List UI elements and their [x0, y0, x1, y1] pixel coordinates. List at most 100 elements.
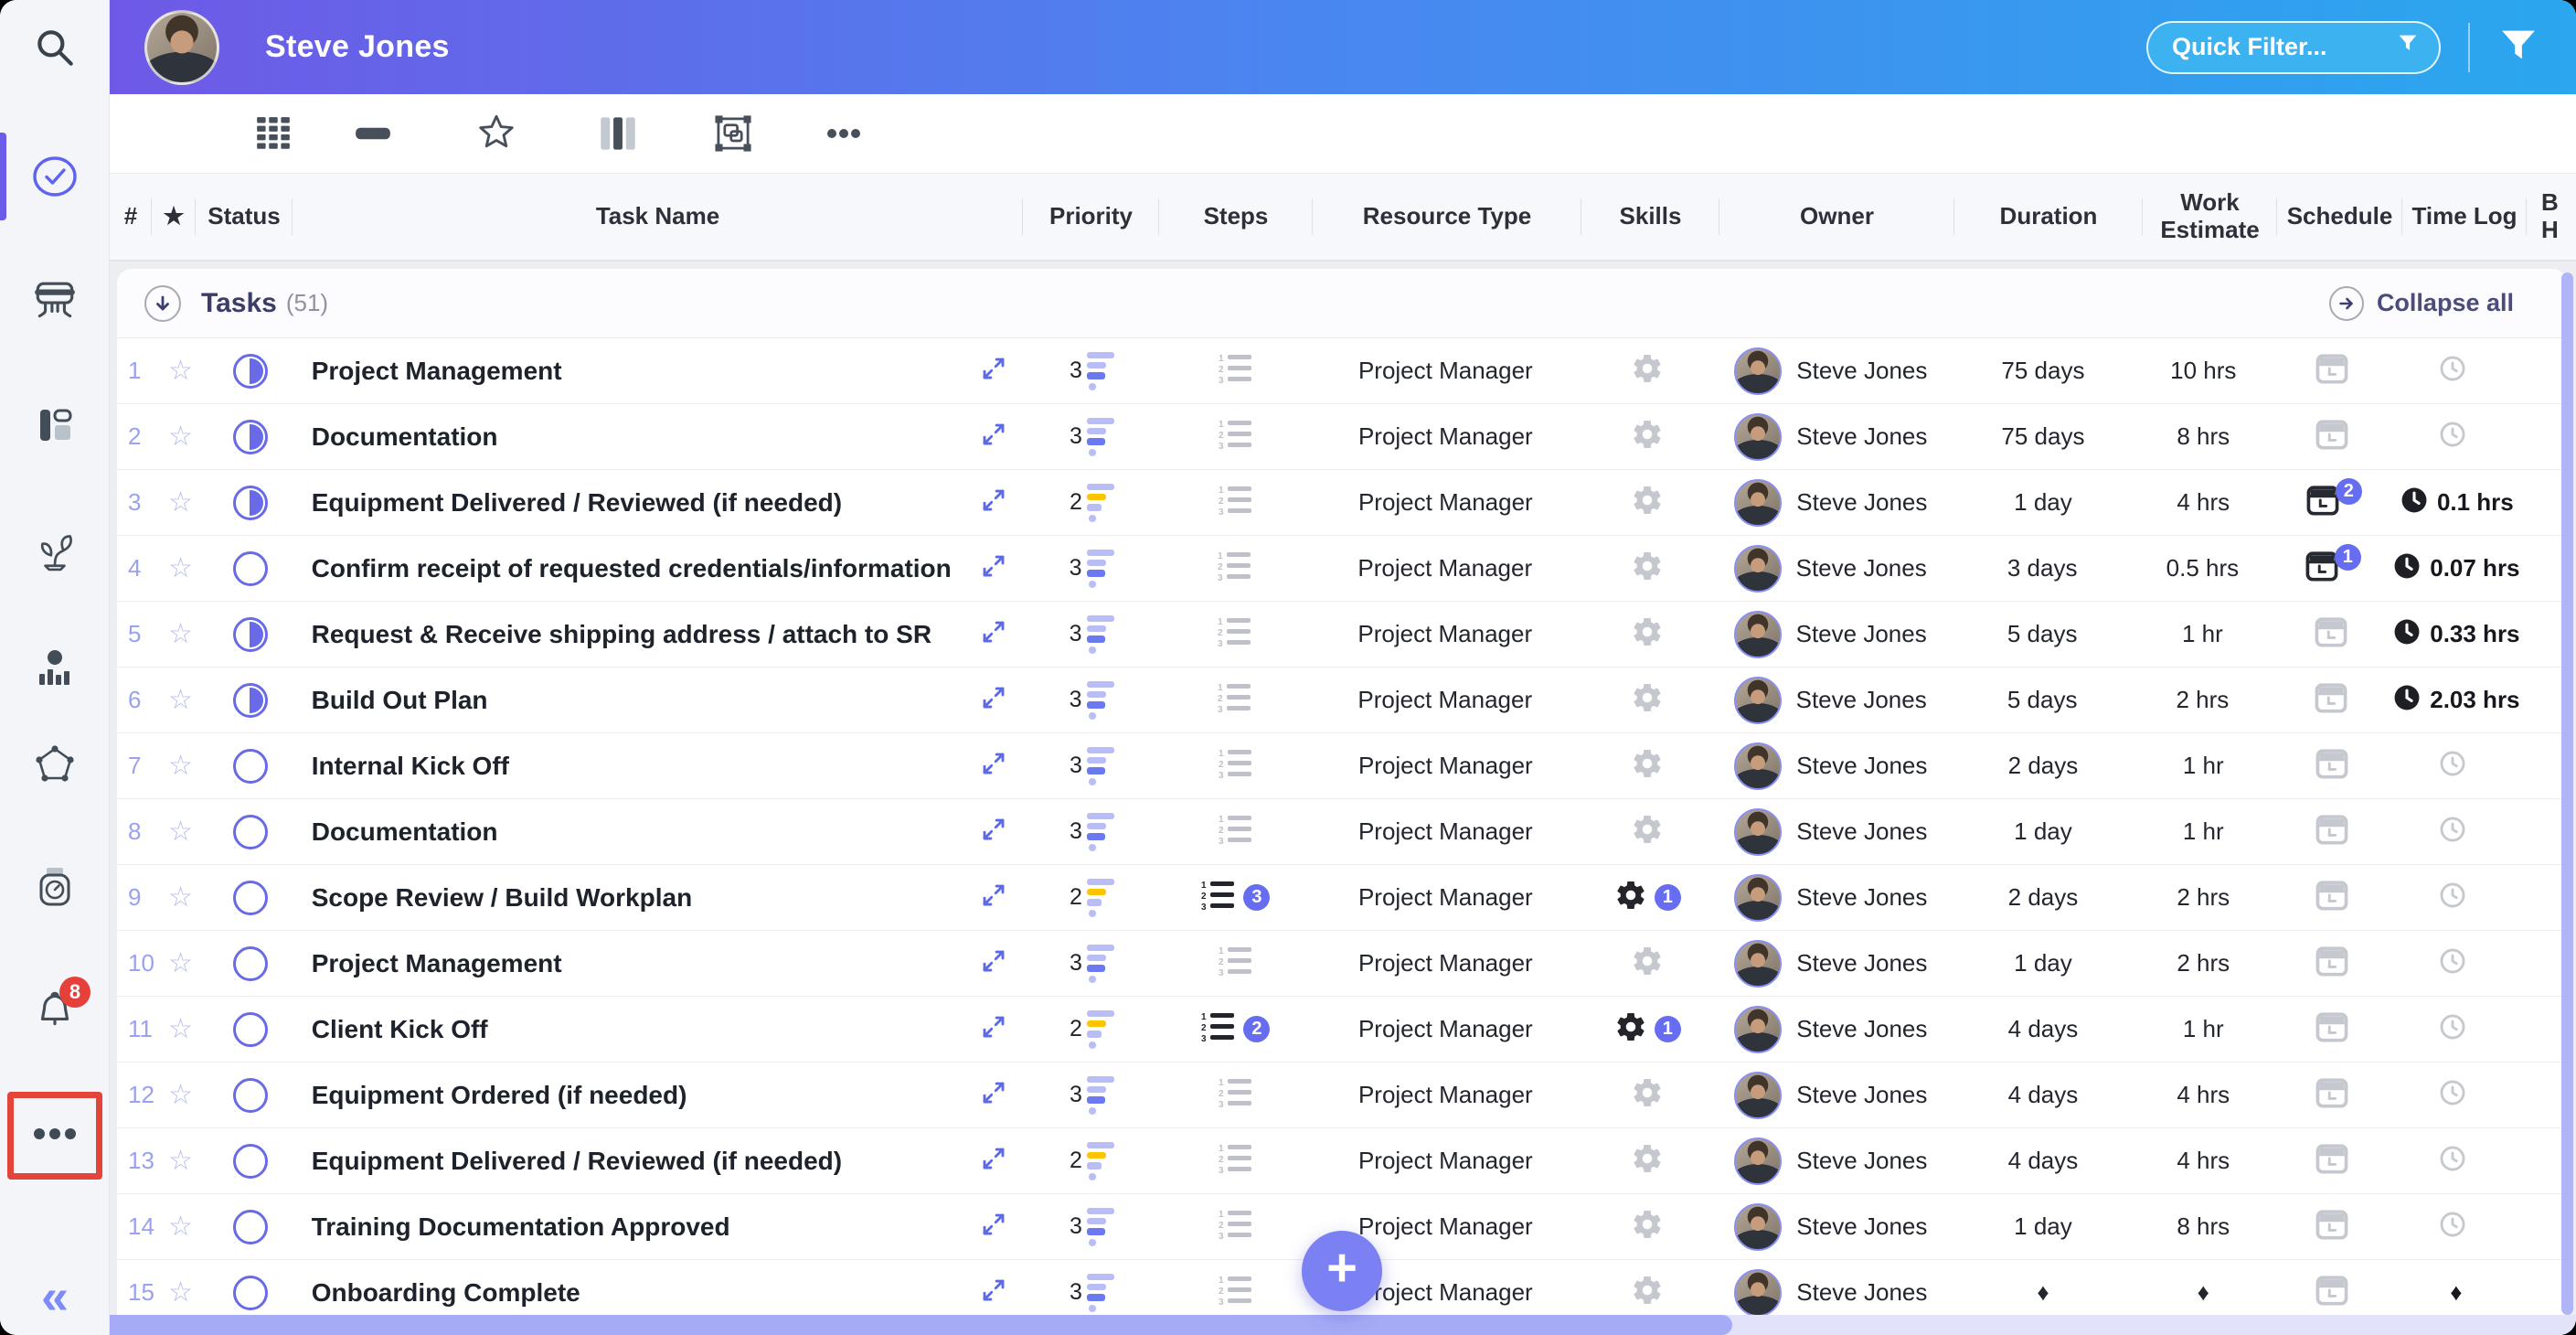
- task-name[interactable]: Onboarding Complete: [312, 1278, 580, 1308]
- row-star-icon[interactable]: ☆: [159, 931, 203, 996]
- sidebar-item-timer[interactable]: [31, 863, 79, 911]
- skills-gear-icon[interactable]: [1631, 1076, 1664, 1114]
- expand-icon[interactable]: [980, 1079, 1007, 1111]
- schedule-calendar-icon[interactable]: [2311, 678, 2351, 722]
- row-star-icon[interactable]: ☆: [159, 799, 203, 864]
- skills-gear-icon[interactable]: [1631, 945, 1664, 982]
- expand-group-button[interactable]: [144, 285, 181, 322]
- owner-name[interactable]: Steve Jones: [1796, 686, 1927, 714]
- resource-type[interactable]: Project Manager: [1312, 1128, 1579, 1193]
- steps-icon[interactable]: 1 2 3: [1201, 879, 1236, 916]
- skills-gear-icon[interactable]: [1631, 418, 1664, 455]
- priority-indicator[interactable]: 3: [1070, 550, 1114, 588]
- time-log-clock-icon[interactable]: [2391, 550, 2422, 586]
- work-estimate-value[interactable]: 0.5 hrs: [2135, 536, 2269, 601]
- horizontal-scrollbar[interactable]: [110, 1315, 2576, 1335]
- priority-indicator[interactable]: 3: [1070, 945, 1114, 983]
- expand-icon[interactable]: [980, 355, 1007, 387]
- table-row[interactable]: 9 ☆ Scope Review / Build Workplan 2: [117, 865, 2567, 931]
- col-header-star[interactable]: ★: [152, 174, 196, 260]
- status-circle[interactable]: [233, 354, 268, 389]
- schedule-calendar-icon[interactable]: [2312, 1270, 2352, 1315]
- work-estimate-value[interactable]: 10 hrs: [2136, 338, 2270, 403]
- resource-type[interactable]: Project Manager: [1312, 338, 1579, 403]
- vertical-scrollbar[interactable]: [2561, 272, 2573, 1315]
- row-star-icon[interactable]: ☆: [159, 668, 203, 732]
- resource-type[interactable]: Project Manager: [1312, 470, 1579, 535]
- time-log-clock-icon[interactable]: [2437, 814, 2468, 849]
- expand-icon[interactable]: [980, 421, 1007, 453]
- owner-name[interactable]: Steve Jones: [1796, 1081, 1927, 1109]
- collapse-all-button[interactable]: Collapse all: [2329, 286, 2514, 321]
- schedule-calendar-icon[interactable]: [2312, 1138, 2352, 1183]
- duration-value[interactable]: 5 days: [1949, 602, 2136, 667]
- table-row[interactable]: 13 ☆ Equipment Delivered / Reviewed (if …: [117, 1128, 2567, 1194]
- schedule-calendar-icon[interactable]: [2312, 875, 2352, 920]
- row-star-icon[interactable]: ☆: [159, 470, 203, 535]
- duration-value[interactable]: 2 days: [1950, 733, 2137, 798]
- col-header-duration[interactable]: Duration: [1954, 174, 2143, 260]
- resource-type[interactable]: Project Manager: [1312, 602, 1579, 667]
- work-estimate-value[interactable]: 2 hrs: [2136, 931, 2270, 996]
- schedule-calendar-icon[interactable]: [2312, 743, 2352, 788]
- schedule-calendar-icon[interactable]: [2312, 414, 2352, 459]
- schedule-calendar-icon[interactable]: [2312, 348, 2352, 393]
- steps-icon[interactable]: 1 2 3: [1218, 550, 1252, 587]
- skills-gear-icon[interactable]: [1631, 484, 1664, 521]
- time-log-clock-icon[interactable]: [2437, 1077, 2468, 1113]
- expand-icon[interactable]: [980, 1211, 1007, 1243]
- status-circle[interactable]: [233, 683, 268, 718]
- table-row[interactable]: 2 ☆ Documentation 3: [117, 404, 2567, 470]
- skills-gear-icon[interactable]: [1631, 1274, 1664, 1311]
- star-view-button[interactable]: [473, 110, 520, 157]
- task-name[interactable]: Internal Kick Off: [312, 752, 509, 781]
- status-circle[interactable]: [233, 815, 268, 849]
- steps-icon[interactable]: 1 2 3: [1219, 418, 1253, 455]
- steps-icon[interactable]: 1 2 3: [1219, 813, 1253, 850]
- task-name[interactable]: Client Kick Off: [312, 1015, 488, 1044]
- expand-icon[interactable]: [980, 750, 1007, 782]
- steps-icon[interactable]: 1 2 3: [1219, 352, 1253, 390]
- duration-value[interactable]: 4 days: [1950, 997, 2137, 1062]
- col-header-hash[interactable]: #: [110, 174, 152, 260]
- status-circle[interactable]: [233, 1078, 268, 1113]
- table-row[interactable]: 12 ☆ Equipment Ordered (if needed) 3: [117, 1063, 2567, 1128]
- task-name[interactable]: Equipment Delivered / Reviewed (if neede…: [312, 488, 842, 518]
- search-button[interactable]: [31, 24, 79, 71]
- task-name[interactable]: Documentation: [312, 817, 498, 847]
- row-star-icon[interactable]: ☆: [159, 1128, 203, 1193]
- row-star-icon[interactable]: ☆: [159, 997, 203, 1062]
- duration-value[interactable]: 4 days: [1950, 1063, 2137, 1127]
- table-row[interactable]: 6 ☆ Build Out Plan 3: [117, 668, 2567, 733]
- owner-name[interactable]: Steve Jones: [1796, 1278, 1927, 1307]
- skills-gear-icon[interactable]: [1631, 813, 1664, 850]
- schedule-calendar-icon[interactable]: [2312, 1007, 2352, 1052]
- row-star-icon[interactable]: ☆: [159, 602, 203, 667]
- sidebar-item-board[interactable]: [31, 278, 79, 326]
- table-row[interactable]: 7 ☆ Internal Kick Off 3: [117, 733, 2567, 799]
- schedule-calendar-icon[interactable]: [2311, 612, 2351, 657]
- priority-indicator[interactable]: 2: [1070, 879, 1114, 917]
- task-name[interactable]: Documentation: [312, 422, 498, 452]
- steps-icon[interactable]: 1 2 3: [1219, 1076, 1253, 1114]
- table-row[interactable]: 4 ☆ Confirm receipt of requested credent…: [117, 536, 2567, 602]
- table-row[interactable]: 11 ☆ Client Kick Off 2: [117, 997, 2567, 1063]
- row-star-icon[interactable]: ☆: [159, 404, 203, 469]
- priority-indicator[interactable]: 3: [1070, 615, 1114, 654]
- steps-icon[interactable]: 1 2 3: [1219, 484, 1253, 521]
- sidebar-item-tasks[interactable]: [31, 153, 79, 200]
- steps-icon[interactable]: 1 2 3: [1201, 1010, 1236, 1048]
- work-estimate-value[interactable]: 8 hrs: [2136, 404, 2270, 469]
- status-circle[interactable]: [233, 1276, 268, 1310]
- col-header-resource-type[interactable]: Resource Type: [1313, 174, 1581, 260]
- priority-indicator[interactable]: 3: [1070, 747, 1114, 785]
- duration-value[interactable]: 1 day: [1950, 470, 2137, 535]
- expand-icon[interactable]: [980, 1013, 1007, 1045]
- owner-name[interactable]: Steve Jones: [1796, 1015, 1927, 1043]
- time-log-clock-icon[interactable]: [2437, 748, 2468, 784]
- sidebar-item-network[interactable]: [31, 740, 79, 787]
- steps-icon[interactable]: 1 2 3: [1219, 1142, 1253, 1180]
- schedule-calendar-icon[interactable]: [2312, 1204, 2352, 1249]
- row-star-icon[interactable]: ☆: [159, 536, 203, 601]
- work-estimate-value[interactable]: 4 hrs: [2136, 470, 2270, 535]
